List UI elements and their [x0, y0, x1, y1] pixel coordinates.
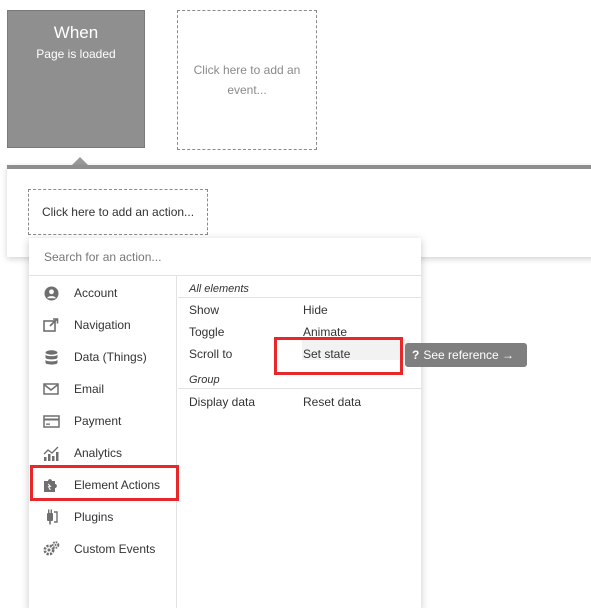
category-plugins[interactable]: Plugins — [29, 501, 177, 533]
category-label: Navigation — [74, 318, 131, 332]
category-navigation[interactable]: Navigation — [29, 309, 177, 341]
add-event-button[interactable]: Click here to add an event... — [177, 10, 317, 150]
category-label: Custom Events — [74, 542, 156, 556]
event-trigger-label: Page is loaded — [36, 47, 116, 61]
action-animate[interactable]: Animate — [303, 324, 347, 340]
category-data-things[interactable]: Data (Things) — [29, 341, 177, 373]
action-hide[interactable]: Hide — [303, 302, 328, 318]
event-title: When — [53, 23, 99, 42]
element-actions-list: All elements Show Hide Toggle Animate Sc… — [178, 276, 421, 608]
category-label: Analytics — [74, 446, 123, 460]
category-label: Payment — [74, 414, 122, 428]
category-payment[interactable]: Payment — [29, 405, 177, 437]
action-set-state[interactable]: Set state — [303, 346, 350, 362]
database-icon — [42, 349, 60, 365]
category-account[interactable]: Account — [29, 277, 177, 309]
gears-icon — [42, 541, 60, 557]
add-event-label: Click here to add an event... — [193, 63, 301, 97]
email-icon — [42, 381, 60, 397]
puzzle-icon — [42, 477, 60, 493]
search-bar — [29, 238, 421, 276]
category-label: Email — [74, 382, 105, 396]
payment-icon — [42, 413, 60, 429]
category-label: Account — [74, 286, 118, 300]
analytics-icon — [42, 445, 60, 461]
question-icon: ? — [412, 348, 420, 362]
event-when-block[interactable]: When Page is loaded — [7, 10, 145, 148]
category-custom-events[interactable]: Custom Events — [29, 533, 177, 565]
category-element-actions[interactable]: Element Actions — [29, 469, 177, 501]
action-display-data[interactable]: Display data — [189, 394, 255, 410]
action-toggle[interactable]: Toggle — [189, 324, 224, 340]
category-label: Data (Things) — [74, 350, 147, 364]
account-icon — [42, 285, 60, 301]
category-email[interactable]: Email — [29, 373, 177, 405]
section-divider — [178, 297, 421, 298]
see-reference-tooltip[interactable]: ? See reference → — [405, 343, 527, 367]
category-label: Plugins — [74, 510, 114, 524]
navigation-icon — [42, 317, 60, 333]
section-header-all-elements: All elements — [189, 283, 249, 295]
category-list: Account Navigation Data (Things) Email P… — [29, 276, 177, 608]
see-reference-label: See reference → — [423, 348, 515, 362]
add-action-button[interactable]: Click here to add an action... — [28, 189, 208, 235]
action-reset-data[interactable]: Reset data — [303, 394, 361, 410]
add-action-label: Click here to add an action... — [41, 205, 195, 219]
category-analytics[interactable]: Analytics — [29, 437, 177, 469]
section-header-group: Group — [189, 374, 220, 386]
action-dropdown: Account Navigation Data (Things) Email P… — [29, 238, 421, 608]
search-input[interactable] — [44, 248, 404, 266]
plugins-icon — [42, 509, 60, 525]
action-scroll-to[interactable]: Scroll to — [189, 346, 232, 362]
section-divider — [178, 388, 421, 389]
category-label: Element Actions — [74, 478, 161, 492]
action-show[interactable]: Show — [189, 302, 219, 318]
